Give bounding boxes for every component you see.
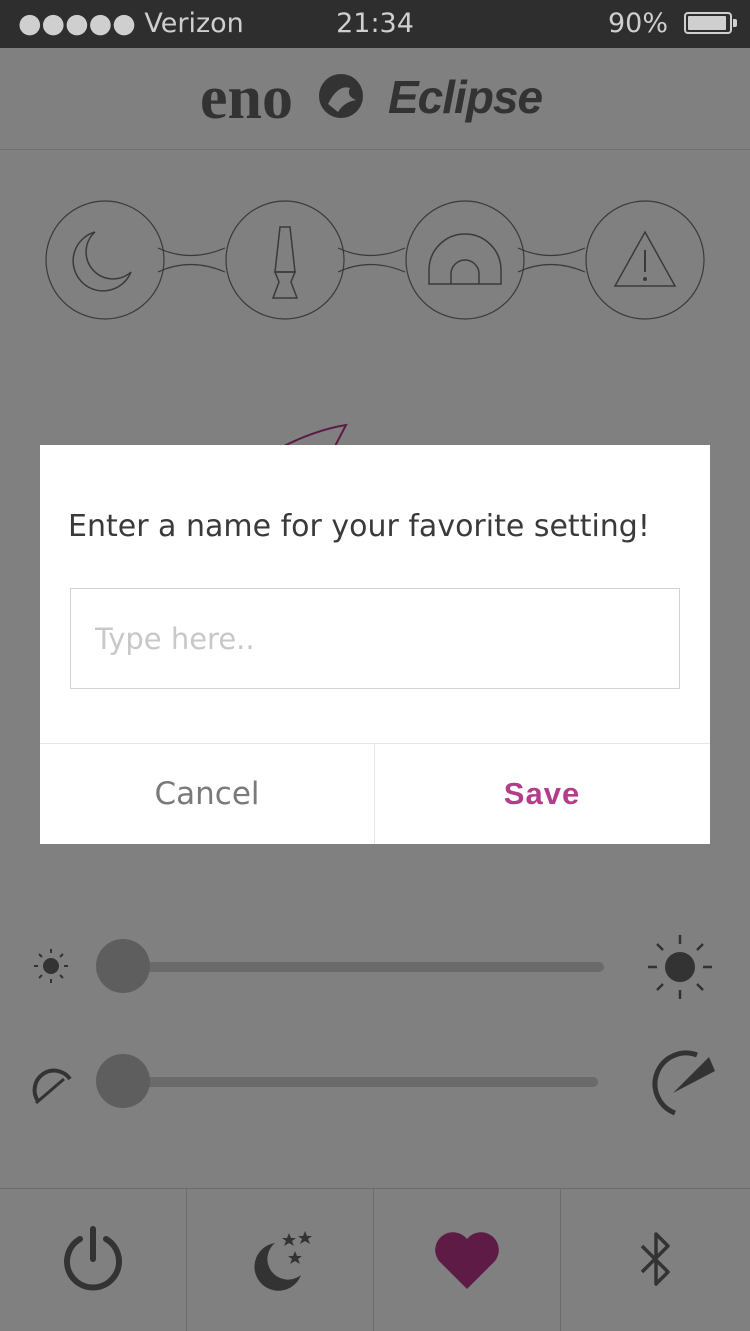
logo-text: eno [200, 66, 293, 130]
speed-track[interactable] [122, 1077, 598, 1087]
brightness-thumb[interactable] [96, 939, 150, 993]
speed-high-icon [652, 1050, 715, 1116]
power-icon [64, 1226, 122, 1291]
brightness-track[interactable] [122, 962, 604, 972]
moon-stars-icon [254, 1231, 312, 1291]
warning-icon [585, 200, 705, 320]
bluetooth-icon [640, 1232, 670, 1286]
tab-bluetooth[interactable] [561, 1189, 750, 1331]
app-header: eno Eclipse [0, 48, 750, 150]
lava-lamp-icon [225, 200, 345, 320]
speed-low-icon [32, 1068, 72, 1105]
favorite-name-input[interactable] [70, 588, 680, 689]
brightness-high-icon [648, 935, 712, 999]
eno-logo: eno [200, 66, 363, 130]
save-button[interactable]: Save [375, 744, 709, 844]
mode-lava-lamp-button[interactable] [225, 200, 345, 320]
mode-selector [40, 195, 710, 330]
dialog-prompt: Enter a name for your favorite setting! [68, 509, 650, 544]
mode-moon-button[interactable] [45, 200, 165, 320]
mode-rainbow-button[interactable] [405, 200, 525, 320]
mode-warning-button[interactable] [585, 200, 705, 320]
status-bar: ●●●●● Verizon 21:34 90% [0, 0, 750, 48]
bottom-tab-bar [0, 1188, 750, 1331]
moon-icon [45, 200, 165, 320]
app-title: Eclipse [388, 71, 543, 123]
speed-thumb[interactable] [96, 1054, 150, 1108]
tab-favorites[interactable] [374, 1189, 561, 1331]
cancel-button[interactable]: Cancel [40, 744, 374, 844]
tab-sleep[interactable] [187, 1189, 374, 1331]
favorite-name-dialog: Enter a name for your favorite setting! … [40, 445, 710, 844]
speed-slider-row [0, 1045, 750, 1116]
brightness-slider-row [0, 930, 750, 1000]
heart-icon [435, 1232, 499, 1289]
battery-percentage: 90% [607, 8, 668, 39]
tab-power[interactable] [0, 1189, 187, 1331]
rainbow-arch-icon [405, 200, 525, 320]
battery-icon [684, 12, 737, 34]
brightness-low-icon [34, 949, 68, 983]
